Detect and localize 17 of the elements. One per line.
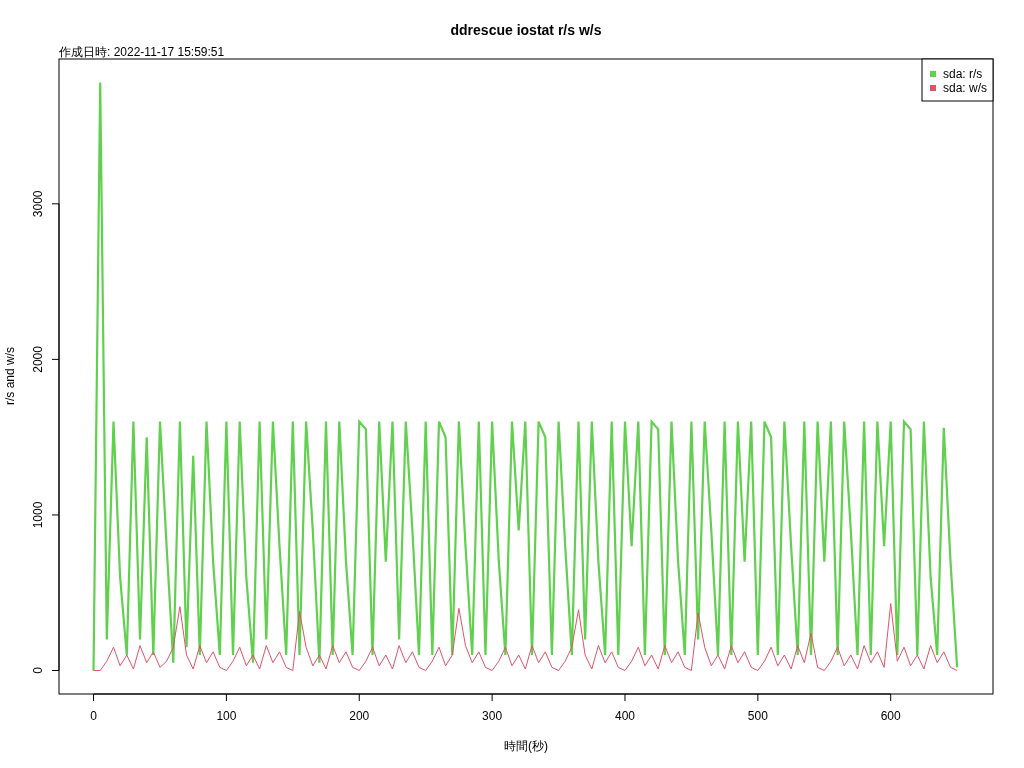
y-tick-label: 0 [31, 667, 45, 674]
x-tick-label: 100 [216, 709, 237, 723]
y-tick-label: 1000 [31, 501, 45, 529]
x-tick-label: 200 [349, 709, 370, 723]
x-axis-label: 時間(秒) [504, 739, 548, 753]
y-axis-label: r/s and w/s [3, 347, 17, 405]
chart-title: ddrescue iostat r/s w/s [450, 22, 602, 38]
x-tick-label: 400 [614, 709, 635, 723]
y-tick-label: 3000 [31, 190, 45, 218]
legend-label: sda: r/s [943, 67, 983, 81]
legend-label: sda: w/s [943, 81, 987, 95]
x-tick-label: 300 [482, 709, 503, 723]
y-tick-label: 2000 [31, 346, 45, 373]
x-tick-label: 0 [90, 709, 97, 723]
x-tick-label: 500 [747, 709, 768, 723]
x-tick-label: 600 [880, 709, 901, 723]
creation-date: 作成日時: 2022-11-17 15:59:51 [59, 45, 225, 59]
